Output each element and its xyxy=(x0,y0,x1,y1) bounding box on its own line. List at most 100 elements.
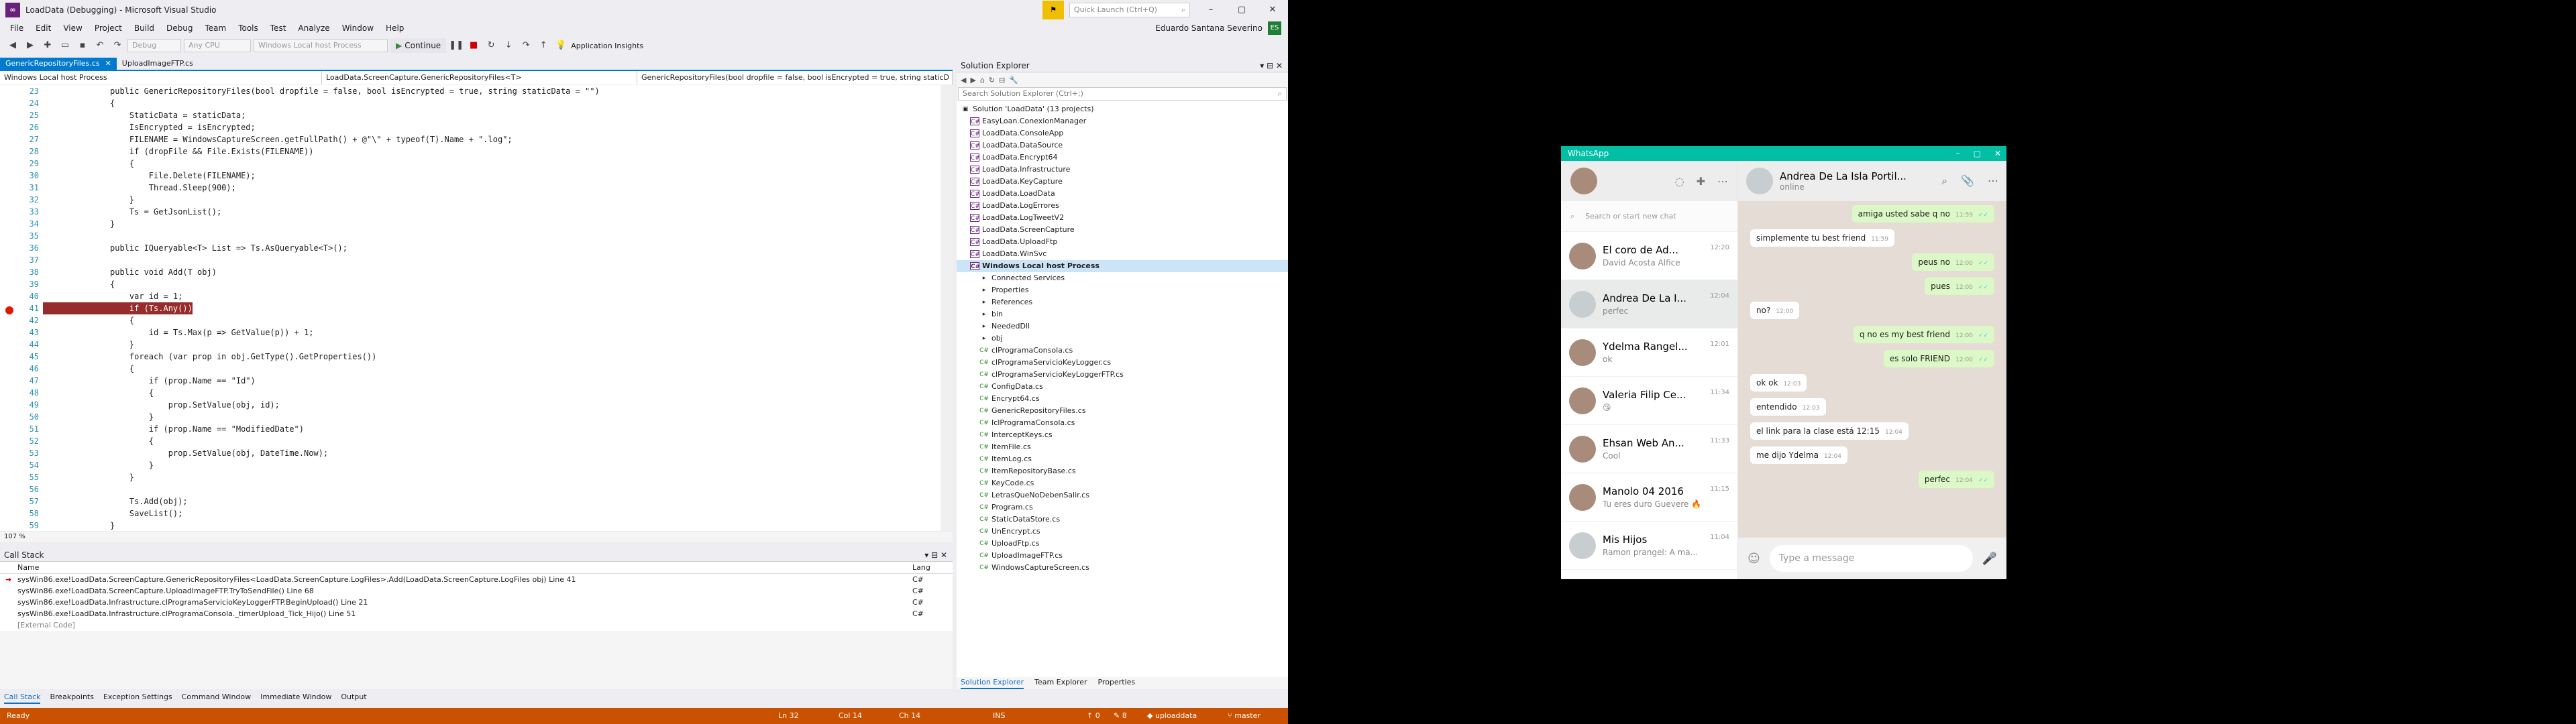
tab-team-explorer[interactable]: Team Explorer xyxy=(1034,676,1087,689)
pause-icon[interactable]: ❚❚ xyxy=(449,39,464,52)
incoming-message[interactable]: me dijo Ydelma 12:04 xyxy=(1750,446,1847,464)
incoming-message[interactable]: simplemente tu best friend 11:59 xyxy=(1750,229,1895,247)
save-icon[interactable]: ▪ xyxy=(75,39,90,52)
code-line[interactable]: 24 { xyxy=(0,97,939,109)
process-select[interactable]: Windows Local host Process xyxy=(254,39,388,52)
forward-icon[interactable]: ▶ xyxy=(970,76,975,84)
code-line[interactable]: 51 if (prop.Name == "ModifiedDate") xyxy=(0,423,939,435)
avatar[interactable] xyxy=(1570,168,1597,194)
attach-icon[interactable]: 📎 xyxy=(1961,174,1974,188)
incoming-message[interactable]: no? 12:00 xyxy=(1750,302,1800,319)
code-line[interactable]: 52 { xyxy=(0,435,939,447)
code-line[interactable]: 27 FILENAME = WindowsCaptureScreen.getFu… xyxy=(0,133,939,145)
new-project-icon[interactable]: ✚ xyxy=(40,39,55,52)
status-branch[interactable]: ⑂ master xyxy=(1228,708,1260,724)
tab-call-stack[interactable]: Call Stack xyxy=(4,690,41,704)
tab-generic-repository-files[interactable]: GenericRepositoryFiles.cs ✕ xyxy=(0,58,117,70)
chat-item[interactable]: El coro de Ad... 12:20 David Acosta Alfice xyxy=(1561,232,1737,280)
step-out-icon[interactable]: ↑ xyxy=(536,39,551,52)
code-line[interactable]: 45 foreach (var prop in obj.GetType().Ge… xyxy=(0,351,939,363)
avatar[interactable] xyxy=(1746,168,1773,194)
code-line[interactable]: 55 } xyxy=(0,471,939,483)
code-line[interactable]: 49 prop.SetValue(obj, id); xyxy=(0,399,939,411)
tree-item[interactable]: C# GenericRepositoryFiles.cs xyxy=(957,405,1288,417)
tab-properties[interactable]: Properties xyxy=(1097,676,1135,689)
menu-icon[interactable]: ⋯ xyxy=(1717,175,1728,188)
tab-immediate-window[interactable]: Immediate Window xyxy=(260,690,331,704)
code-line[interactable]: 50 } xyxy=(0,411,939,423)
tab-breakpoints[interactable]: Breakpoints xyxy=(50,690,94,704)
tree-item[interactable]: C# LoadData.KeyCapture xyxy=(957,176,1288,188)
tree-item[interactable]: C# LoadData.Infrastructure xyxy=(957,164,1288,176)
tab-command-window[interactable]: Command Window xyxy=(182,690,251,704)
tree-item[interactable]: ▸ obj xyxy=(957,333,1288,345)
tab-upload-image-ftp[interactable]: UploadImageFTP.cs xyxy=(117,58,199,70)
code-line[interactable]: 47 if (prop.Name == "Id") xyxy=(0,375,939,387)
maximize-button[interactable]: ▢ xyxy=(1226,0,1257,20)
zoom-level[interactable]: 107 % xyxy=(0,532,953,542)
code-line[interactable]: 59} xyxy=(0,520,939,531)
tree-item[interactable]: C# ConfigData.cs xyxy=(957,381,1288,393)
panel-controls-icon[interactable]: ▾ ⊟ ✕ xyxy=(924,548,947,562)
tree-item[interactable]: ▸ NeededDll xyxy=(957,320,1288,333)
back-icon[interactable]: ◀ xyxy=(5,39,20,52)
outgoing-message[interactable]: q no es my best friend 12:00 ✓✓ xyxy=(1853,326,1994,343)
code-line[interactable]: 53 prop.SetValue(obj, DateTime.Now); xyxy=(0,447,939,459)
refresh-icon[interactable]: ↻ xyxy=(989,76,995,84)
code-line[interactable]: 48 { xyxy=(0,387,939,399)
tree-item[interactable]: C# UploadImageFTP.cs xyxy=(957,550,1288,562)
minimize-button[interactable]: – xyxy=(1956,146,1960,161)
menu-icon[interactable]: ⋯ xyxy=(1988,174,1998,188)
call-stack-row[interactable]: sysWin86.exe!LoadData.Infrastructure.clP… xyxy=(0,597,953,608)
code-line[interactable]: 36 public IQueryable<T> List => Ts.AsQuer… xyxy=(0,242,939,254)
undo-icon[interactable]: ↶ xyxy=(93,39,107,52)
continue-button[interactable]: ▶ Continue xyxy=(390,38,447,53)
tab-output[interactable]: Output xyxy=(341,690,366,704)
menu-analyze[interactable]: Analyze xyxy=(292,20,335,36)
back-icon[interactable]: ◀ xyxy=(961,76,966,84)
column-name[interactable]: Name xyxy=(0,562,912,573)
solution-search-input[interactable]: Search Solution Explorer (Ctrl+;) ⌕ xyxy=(958,87,1287,101)
menu-team[interactable]: Team xyxy=(199,20,232,36)
chat-item[interactable]: Valeria Filip Ce... 11:34 😘 xyxy=(1561,377,1737,425)
incoming-message[interactable]: el link para la clase está 12:15 12:04 xyxy=(1750,422,1909,440)
emoji-icon[interactable]: ☺ xyxy=(1748,552,1760,566)
tree-item[interactable]: C# LoadData.UploadFtp xyxy=(957,236,1288,248)
outgoing-message[interactable]: amiga usted sabe q no 11:59 ✓✓ xyxy=(1851,205,1994,223)
tree-item[interactable]: C# UnEncrypt.cs xyxy=(957,526,1288,538)
tree-item[interactable]: C# ItemFile.cs xyxy=(957,441,1288,453)
tree-item[interactable]: C# InterceptKeys.cs xyxy=(957,429,1288,441)
redo-icon[interactable]: ↷ xyxy=(110,39,125,52)
tree-item[interactable]: C# LoadData.ScreenCapture xyxy=(957,224,1288,236)
code-line[interactable]: 58 SaveList(); xyxy=(0,507,939,520)
code-line[interactable]: 56 xyxy=(0,483,939,495)
code-line[interactable]: 40 var id = 1; xyxy=(0,290,939,302)
step-into-icon[interactable]: ↓ xyxy=(501,39,516,52)
tree-item[interactable]: C# Program.cs xyxy=(957,501,1288,514)
code-line[interactable]: 39 { xyxy=(0,278,939,290)
chat-item[interactable]: Manolo 04 2016 11:15 Tu eres duro Guevere … xyxy=(1561,473,1737,522)
chat-search-input[interactable]: ⌕ Search or start new chat xyxy=(1561,201,1737,232)
tree-item[interactable]: C# clProgramaServicioKeyLoggerFTP.cs xyxy=(957,369,1288,381)
message-input[interactable]: Type a message xyxy=(1769,545,1973,572)
platform-select[interactable]: Any CPU xyxy=(184,39,251,52)
properties-icon[interactable]: 🔧 xyxy=(1009,76,1018,84)
tree-item[interactable]: ▣ Solution 'LoadData' (13 projects) xyxy=(957,103,1288,115)
tree-item[interactable]: C# UploadFtp.cs xyxy=(957,538,1288,550)
tree-item[interactable]: C# StaticDataStore.cs xyxy=(957,514,1288,526)
chat-item[interactable]: Ehsan Web An... 11:33 Cool xyxy=(1561,425,1737,473)
maximize-button[interactable]: ▢ xyxy=(1974,146,1981,161)
code-editor[interactable]: 23 public GenericRepositoryFiles(bool dro… xyxy=(0,85,953,531)
chat-item[interactable]: Andrea De La I... 12:04 perfec xyxy=(1561,280,1737,328)
tree-item[interactable]: C# clProgramaConsola.cs xyxy=(957,345,1288,357)
chat-item[interactable]: Mis Hijos 11:04 Ramon prangel: A ma... xyxy=(1561,522,1737,570)
home-icon[interactable]: ⌂ xyxy=(980,76,985,84)
tab-solution-explorer[interactable]: Solution Explorer xyxy=(961,676,1024,689)
tree-item[interactable]: C# LoadData.WinSvc xyxy=(957,248,1288,260)
open-file-icon[interactable]: ▭ xyxy=(58,39,72,52)
tree-item[interactable]: C# LoadData.LogTweetV2 xyxy=(957,212,1288,224)
project-nav-select[interactable]: Windows Local host Process xyxy=(0,71,322,84)
tab-exception-settings[interactable]: Exception Settings xyxy=(103,690,172,704)
code-line[interactable]: 38 public void Add(T obj) xyxy=(0,266,939,278)
collapse-all-icon[interactable]: ⊟ xyxy=(999,76,1005,84)
